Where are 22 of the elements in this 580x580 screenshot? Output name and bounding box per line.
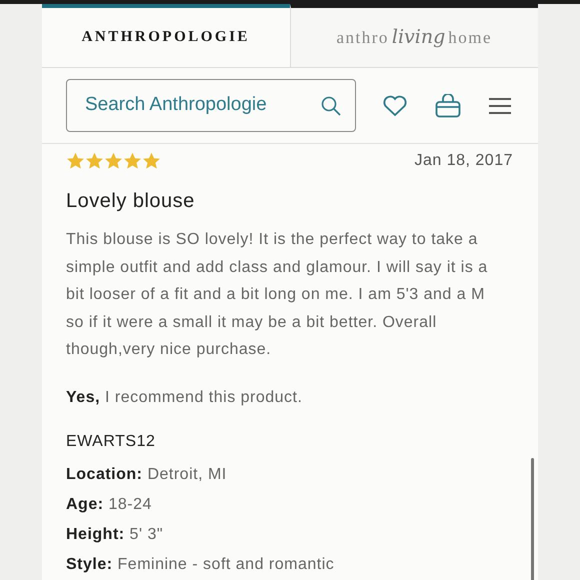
search-field[interactable]: Search Anthropologie — [66, 79, 356, 132]
site-tab[interactable]: anthro living home — [290, 4, 538, 67]
star-icon — [85, 152, 104, 170]
heart-icon[interactable] — [382, 94, 408, 116]
reviewer-detail: Age: 18-24 — [66, 494, 153, 514]
reviewer-detail: Style: Feminine - soft and romantic — [66, 554, 336, 574]
search-input[interactable]: Search Anthropologie — [85, 91, 321, 120]
recommendation-text: Yes, I recommend this product. — [66, 388, 304, 408]
reviewer-detail: Height: 5' 3" — [66, 524, 164, 544]
review-date: Jan 18, 2017 — [414, 151, 513, 171]
menu-icon[interactable] — [489, 98, 511, 114]
star-icon — [142, 152, 161, 170]
reviewer-detail: Location: Detroit, MI — [66, 464, 228, 484]
review-title: Lovely blouse — [66, 189, 196, 214]
star-icon — [66, 152, 85, 170]
review-text: This blouse is SO lovely! It is the perfect way to take a simple outfit and add class and glamour. I will say it is a bit looser of a fit and a bit long on me. I am 5'3 and a M so if it were a small it may be a bit better. Overall though,very nice purchase. — [66, 230, 489, 360]
scrollbar-thumb[interactable] — [531, 458, 534, 580]
star-icon — [104, 152, 123, 170]
star-icon — [123, 152, 142, 170]
shopping-bag-icon[interactable] — [435, 94, 461, 118]
reviewer-name: EWARTS12 — [66, 432, 156, 452]
search-icon[interactable] — [321, 96, 341, 116]
